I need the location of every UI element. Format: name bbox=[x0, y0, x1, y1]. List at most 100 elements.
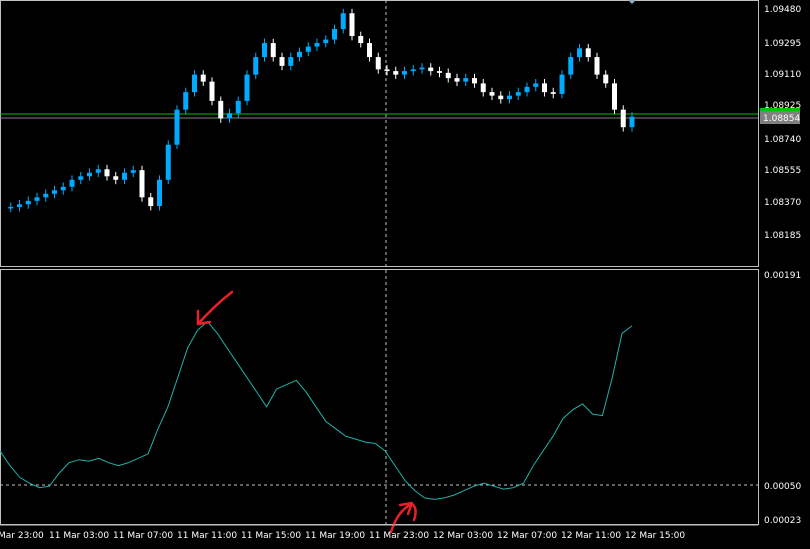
candle-body bbox=[104, 169, 110, 177]
time-label: 12 Mar 11:00 bbox=[561, 531, 621, 541]
candle-body bbox=[629, 116, 635, 128]
ask-badge bbox=[760, 108, 800, 111]
candle-body bbox=[305, 46, 311, 52]
candle-body bbox=[323, 39, 329, 44]
candle-body bbox=[507, 95, 512, 100]
candle-body bbox=[463, 78, 469, 82]
candle-body bbox=[139, 170, 145, 198]
time-label: 12 Mar 07:00 bbox=[497, 531, 557, 541]
price-label: 1.08555 bbox=[764, 166, 801, 176]
candle-body bbox=[69, 179, 75, 187]
indicator-label: 0.00023 bbox=[764, 516, 801, 526]
candle-body bbox=[43, 193, 49, 198]
time-label: 12 Mar 03:00 bbox=[433, 531, 493, 541]
candle-body bbox=[122, 172, 127, 180]
candle-body bbox=[200, 74, 206, 82]
candle-body bbox=[218, 100, 224, 119]
candle-body bbox=[297, 51, 302, 58]
time-label: 11 Mar 07:00 bbox=[113, 531, 173, 541]
candle-body bbox=[437, 71, 442, 73]
time-label: 11 Mar 23:00 bbox=[369, 531, 429, 541]
candle-body bbox=[34, 197, 40, 201]
candle-body bbox=[279, 57, 285, 66]
candle-body bbox=[87, 172, 92, 177]
candle-body bbox=[340, 13, 346, 30]
peak-arrow bbox=[196, 290, 234, 326]
candle-body bbox=[235, 100, 241, 114]
candle-body bbox=[288, 57, 294, 66]
candle-body bbox=[585, 48, 591, 58]
trading-chart[interactable]: 1.09480 1.09295 1.09110 1.08925 1.08740 … bbox=[0, 0, 810, 549]
candle-body bbox=[209, 81, 215, 101]
candle-body bbox=[332, 29, 337, 40]
time-label: 11 Mar 11:00 bbox=[177, 531, 237, 541]
oscillator-line bbox=[0, 320, 633, 500]
candle-body bbox=[375, 57, 381, 70]
candle-body bbox=[620, 109, 626, 128]
candle-body bbox=[262, 43, 267, 58]
indicator-label: 0.00191 bbox=[764, 271, 801, 281]
candle-body bbox=[52, 190, 57, 194]
scroll-marker-icon bbox=[628, 0, 636, 4]
candle-body bbox=[95, 169, 101, 173]
candle-body bbox=[367, 43, 372, 58]
candle-body bbox=[559, 74, 565, 94]
candle-body bbox=[148, 197, 154, 207]
candle-body bbox=[498, 95, 504, 100]
candle-body bbox=[253, 57, 259, 75]
candle-body bbox=[568, 57, 574, 75]
time-label: 12 Mar 15:00 bbox=[625, 531, 685, 541]
time-label: 11 Mar 19:00 bbox=[305, 531, 365, 541]
candle-body bbox=[183, 92, 189, 110]
price-label: 1.09295 bbox=[764, 39, 801, 49]
main-panel[interactable] bbox=[0, 0, 759, 267]
candles bbox=[8, 8, 635, 213]
candle-body bbox=[542, 83, 547, 93]
candle-body bbox=[472, 78, 477, 84]
candle-body bbox=[445, 72, 451, 79]
candle-body bbox=[113, 176, 119, 180]
candle-body bbox=[165, 144, 171, 180]
candle-body bbox=[428, 67, 434, 72]
bid-price-label: 1.08854 bbox=[763, 114, 800, 124]
candle-body bbox=[358, 36, 364, 44]
candle-body bbox=[454, 78, 460, 82]
price-label: 1.08740 bbox=[764, 135, 801, 145]
candle-body bbox=[78, 176, 84, 180]
candle-body bbox=[349, 13, 355, 37]
price-label: 1.09480 bbox=[764, 5, 801, 15]
candle-body bbox=[550, 92, 556, 94]
trough-arrow bbox=[389, 501, 417, 534]
candle-body bbox=[270, 43, 276, 58]
candle-body bbox=[8, 206, 14, 209]
candle-body bbox=[419, 67, 425, 70]
price-label: 1.09110 bbox=[764, 70, 801, 80]
candle-body bbox=[480, 83, 486, 93]
candle-body bbox=[533, 83, 539, 87]
indicator-panel[interactable] bbox=[0, 269, 759, 525]
candle-body bbox=[577, 48, 582, 58]
candle-body bbox=[314, 43, 320, 47]
time-axis: Mar 23:00 11 Mar 03:00 11 Mar 07:00 11 M… bbox=[0, 524, 758, 541]
time-label: Mar 23:00 bbox=[0, 531, 44, 541]
candle-body bbox=[402, 71, 407, 75]
candle-body bbox=[393, 71, 399, 75]
candle-body bbox=[60, 186, 66, 191]
price-label: 1.08185 bbox=[764, 231, 801, 241]
candle-body bbox=[489, 92, 495, 96]
candle-body bbox=[157, 179, 162, 207]
candle-body bbox=[603, 74, 609, 84]
time-label: 11 Mar 03:00 bbox=[49, 531, 109, 541]
indicator-scale: 0.00191 0.00050 0.00023 bbox=[764, 271, 801, 526]
candle-body bbox=[17, 204, 22, 207]
time-label: 11 Mar 15:00 bbox=[241, 531, 301, 541]
candle-body bbox=[410, 69, 416, 72]
candle-body bbox=[594, 57, 600, 75]
candle-body bbox=[227, 113, 232, 119]
candle-body bbox=[524, 86, 530, 93]
candle-body bbox=[174, 109, 180, 145]
price-label: 1.08370 bbox=[764, 198, 801, 208]
candle-body bbox=[384, 69, 390, 72]
candle-body bbox=[244, 74, 250, 101]
indicator-label: 0.00050 bbox=[764, 482, 801, 492]
